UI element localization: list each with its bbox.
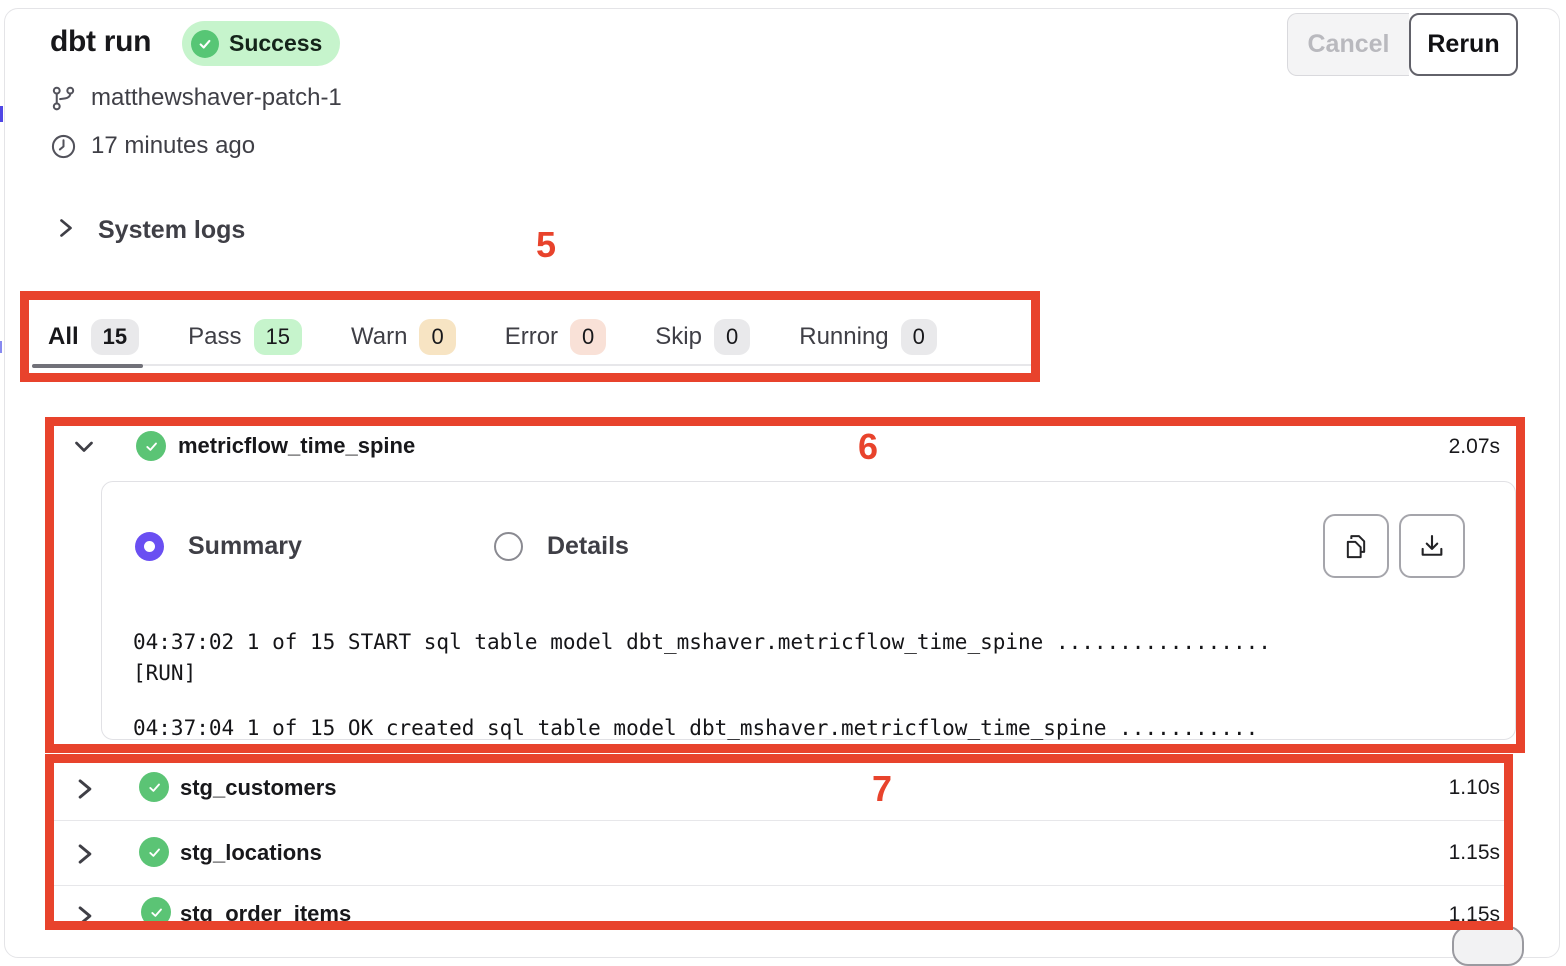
check-circle-icon (191, 30, 219, 58)
step-duration: 1.15s (1370, 903, 1500, 927)
tab-warn[interactable]: Warn 0 (351, 309, 456, 365)
run-time-ago: 17 minutes ago (91, 132, 255, 160)
chevron-down-icon[interactable] (72, 436, 96, 461)
tab-skip-count: 0 (714, 319, 750, 355)
copy-logs-button[interactable] (1323, 514, 1389, 578)
tab-error-count: 0 (570, 319, 606, 355)
step-name[interactable]: metricflow_time_spine (178, 433, 415, 459)
radio-selected-icon[interactable] (135, 532, 164, 561)
chevron-right-icon[interactable] (75, 776, 95, 807)
row-divider (54, 885, 1504, 886)
time-row: 17 minutes ago (50, 132, 255, 160)
status-badge: Success (182, 21, 340, 66)
details-radio-label: Details (547, 532, 629, 561)
chevron-right-icon[interactable] (75, 841, 95, 872)
cancel-button[interactable]: Cancel (1287, 13, 1409, 76)
step-duration: 1.15s (1370, 841, 1500, 865)
tab-skip-label: Skip (655, 323, 702, 351)
tab-running-count: 0 (901, 319, 937, 355)
log-output: 04:37:02 1 of 15 START sql table model d… (133, 627, 1433, 744)
annotation-number-7: 7 (872, 768, 892, 810)
success-check-icon (139, 772, 169, 802)
tab-pass-label: Pass (188, 323, 241, 351)
chevron-right-icon[interactable] (56, 216, 76, 245)
system-logs-toggle[interactable]: System logs (56, 216, 245, 245)
step-name[interactable]: stg_locations (180, 840, 322, 866)
tab-all-label: All (48, 323, 79, 351)
download-logs-button[interactable] (1399, 514, 1465, 578)
summary-radio[interactable]: Summary (135, 532, 302, 561)
tab-running-label: Running (799, 323, 888, 351)
annotation-number-6: 6 (858, 426, 878, 468)
log-entry: 04:37:02 1 of 15 START sql table model d… (133, 627, 1433, 689)
log-entry: 04:37:04 1 of 15 OK created sql table mo… (133, 713, 1433, 744)
cursor-artifact (0, 106, 3, 122)
branch-name: matthewshaver-patch-1 (91, 84, 342, 112)
step-duration: 1.10s (1370, 776, 1500, 800)
step-duration: 2.07s (1380, 435, 1500, 459)
status-filter-tabs: All 15 Pass 15 Warn 0 Error 0 Skip 0 Run… (48, 310, 1031, 366)
tab-all[interactable]: All 15 (48, 309, 139, 365)
log-view-options: Summary Details (135, 532, 629, 561)
success-check-icon (136, 431, 166, 461)
tab-running[interactable]: Running 0 (799, 309, 937, 365)
chevron-right-icon[interactable] (75, 903, 95, 934)
row-divider (54, 820, 1504, 821)
tab-warn-label: Warn (351, 323, 407, 351)
system-logs-label: System logs (98, 216, 245, 245)
radio-unselected-icon[interactable] (494, 532, 523, 561)
cursor-artifact (0, 341, 2, 353)
tab-all-count: 15 (91, 319, 139, 355)
tab-pass[interactable]: Pass 15 (188, 309, 302, 365)
tab-warn-count: 0 (419, 319, 455, 355)
tab-skip[interactable]: Skip 0 (655, 309, 750, 365)
tab-error[interactable]: Error 0 (505, 309, 607, 365)
scroll-control-partial[interactable] (1452, 926, 1524, 966)
page-title: dbt run (50, 25, 151, 59)
run-actions: Cancel Rerun (1287, 13, 1518, 76)
step-name[interactable]: stg_customers (180, 775, 337, 801)
tab-error-label: Error (505, 323, 558, 351)
annotation-number-5: 5 (536, 224, 556, 266)
summary-radio-label: Summary (188, 532, 302, 561)
branch-row: matthewshaver-patch-1 (50, 84, 342, 112)
tab-pass-count: 15 (254, 319, 302, 355)
git-branch-icon (50, 85, 77, 112)
rerun-button[interactable]: Rerun (1409, 13, 1518, 76)
status-badge-label: Success (229, 30, 322, 57)
clock-icon (50, 133, 77, 160)
details-radio[interactable]: Details (494, 532, 629, 561)
success-check-icon (139, 837, 169, 867)
step-name[interactable]: stg_order_items (180, 901, 351, 927)
success-check-icon (141, 897, 171, 927)
